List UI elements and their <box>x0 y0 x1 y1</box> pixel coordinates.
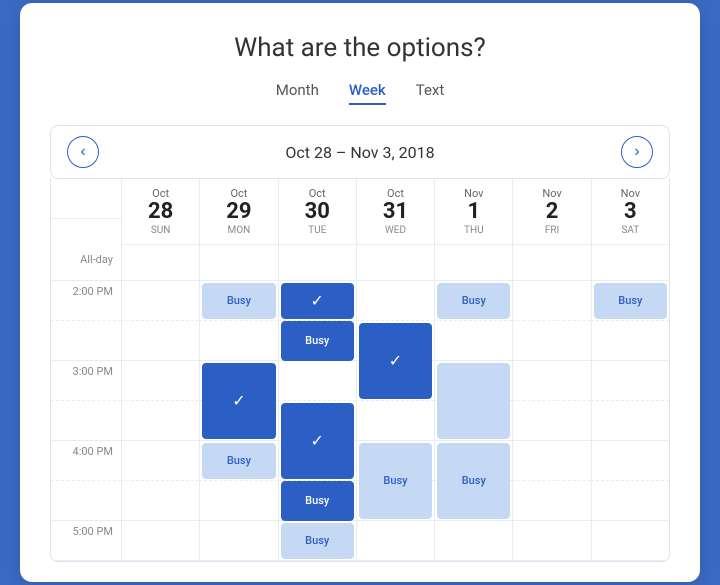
cell-tue-430: Busy <box>278 481 356 521</box>
col-fri: Nov 2 FRI <box>512 179 590 244</box>
event-thu-busy2 <box>437 363 510 439</box>
cell-mon-430 <box>199 481 277 521</box>
row-4pm: 4:00 PM Busy Busy Busy <box>51 441 669 481</box>
tab-text[interactable]: Text <box>416 81 445 105</box>
time-2pm: 2:00 PM <box>51 281 121 321</box>
cell-wed-4: Busy <box>356 441 434 481</box>
next-button[interactable]: › <box>621 136 653 168</box>
cell-sun-3 <box>121 361 199 401</box>
cell-fri-430 <box>512 481 590 521</box>
event-mon-busy2: Busy <box>202 443 275 479</box>
event-thu-busy1: Busy <box>437 283 510 319</box>
allday-wed <box>356 245 434 281</box>
cell-sat-330 <box>591 401 669 441</box>
col-tue: Oct 30 TUE <box>278 179 356 244</box>
cell-thu-2: Busy <box>434 281 512 321</box>
header-empty <box>51 179 121 219</box>
cell-fri-2 <box>512 281 590 321</box>
col-wed: Oct 31 WED <box>356 179 434 244</box>
cell-sun-5 <box>121 521 199 561</box>
allday-thu <box>434 245 512 281</box>
event-tue-busy1: Busy <box>281 321 354 361</box>
cell-sat-430 <box>591 481 669 521</box>
cell-tue-2: ✓ <box>278 281 356 321</box>
time-230pm <box>51 321 121 361</box>
time-4pm: 4:00 PM <box>51 441 121 481</box>
cell-sat-3 <box>591 361 669 401</box>
main-card: What are the options? Month Week Text ‹ … <box>20 3 700 581</box>
cell-sat-230 <box>591 321 669 361</box>
cell-thu-3 <box>434 361 512 401</box>
cell-mon-2: Busy <box>199 281 277 321</box>
event-tue-check1: ✓ <box>281 283 354 319</box>
row-2pm: 2:00 PM Busy ✓ Busy Busy <box>51 281 669 321</box>
col-thu: Nov 1 THU <box>434 179 512 244</box>
cell-tue-3 <box>278 361 356 401</box>
col-mon: Oct 29 MON <box>199 179 277 244</box>
allday-fri <box>512 245 590 281</box>
time-3pm: 3:00 PM <box>51 361 121 401</box>
cell-wed-330 <box>356 401 434 441</box>
cell-tue-330: ✓ <box>278 401 356 441</box>
cell-wed-2 <box>356 281 434 321</box>
event-tue-check2: ✓ <box>281 403 354 479</box>
tab-bar: Month Week Text <box>50 81 670 105</box>
cell-thu-230 <box>434 321 512 361</box>
time-430pm <box>51 481 121 521</box>
tab-month[interactable]: Month <box>276 81 319 105</box>
cell-mon-4: Busy <box>199 441 277 481</box>
cell-sun-4 <box>121 441 199 481</box>
cell-sun-430 <box>121 481 199 521</box>
tab-week[interactable]: Week <box>349 81 386 105</box>
time-5pm: 5:00 PM <box>51 521 121 561</box>
cell-sun-230 <box>121 321 199 361</box>
event-mon-check1: ✓ <box>202 363 275 439</box>
allday-row: All-day <box>51 245 669 281</box>
calendar-header: Oct 28 SUN Oct 29 MON Oct 30 TUE Oct 31 … <box>51 179 669 244</box>
event-wed-check1: ✓ <box>359 323 432 399</box>
date-nav: ‹ Oct 28 – Nov 3, 2018 › <box>50 125 670 179</box>
allday-mon <box>199 245 277 281</box>
cell-thu-5 <box>434 521 512 561</box>
event-tue-busy3: Busy <box>281 523 354 559</box>
cell-tue-5: Busy <box>278 521 356 561</box>
cell-thu-4: Busy <box>434 441 512 481</box>
event-sat-busy1: Busy <box>594 283 667 319</box>
cell-wed-230: ✓ <box>356 321 434 361</box>
allday-sun <box>121 245 199 281</box>
row-330pm: ✓ <box>51 401 669 441</box>
event-tue-busy2: Busy <box>281 481 354 521</box>
cell-sat-5 <box>591 521 669 561</box>
col-sat: Nov 3 SAT <box>591 179 669 244</box>
cell-mon-230 <box>199 321 277 361</box>
event-mon-busy1: Busy <box>202 283 275 319</box>
time-330pm <box>51 401 121 441</box>
cell-fri-3 <box>512 361 590 401</box>
cell-mon-5 <box>199 521 277 561</box>
cell-sat-2: Busy <box>591 281 669 321</box>
cell-sun-330 <box>121 401 199 441</box>
calendar: Oct 28 SUN Oct 29 MON Oct 30 TUE Oct 31 … <box>50 179 670 561</box>
cell-sat-4 <box>591 441 669 481</box>
allday-label: All-day <box>51 245 121 281</box>
col-sun: Oct 28 SUN <box>121 179 199 244</box>
allday-sat <box>591 245 669 281</box>
cell-fri-5 <box>512 521 590 561</box>
event-thu-busy3: Busy <box>437 443 510 519</box>
cell-mon-3: ✓ <box>199 361 277 401</box>
page-title: What are the options? <box>50 33 670 63</box>
allday-tue <box>278 245 356 281</box>
cell-sun-2 <box>121 281 199 321</box>
cell-tue-230: Busy <box>278 321 356 361</box>
event-wed-busy1: Busy <box>359 443 432 519</box>
row-5pm: 5:00 PM Busy <box>51 521 669 561</box>
cell-fri-330 <box>512 401 590 441</box>
cell-fri-230 <box>512 321 590 361</box>
cell-wed-5 <box>356 521 434 561</box>
prev-button[interactable]: ‹ <box>67 136 99 168</box>
date-range-label: Oct 28 – Nov 3, 2018 <box>285 143 434 162</box>
row-230pm: Busy ✓ <box>51 321 669 361</box>
cell-fri-4 <box>512 441 590 481</box>
